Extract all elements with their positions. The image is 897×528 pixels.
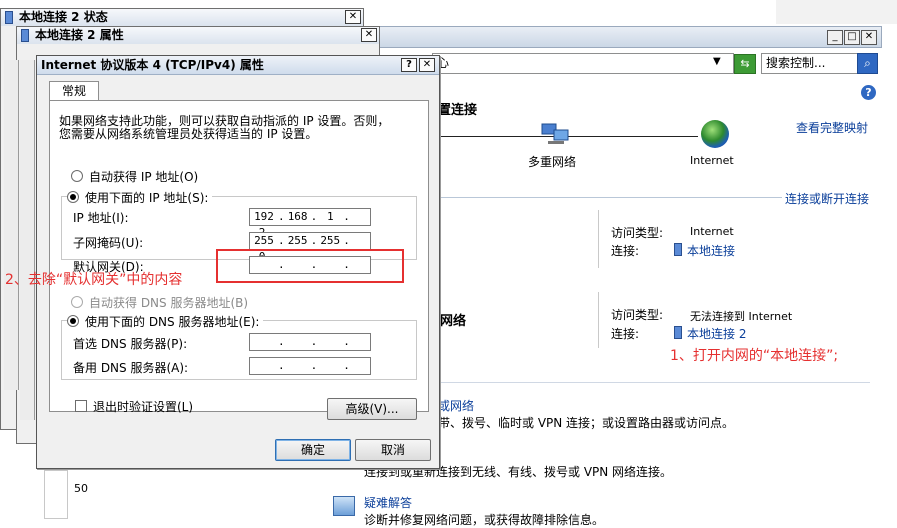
- intro-text-line2: 您需要从网络系统管理员处获得适当的 IP 设置。: [59, 127, 318, 141]
- network-2-access-value: 无法连接到 Internet: [690, 310, 793, 323]
- internet-globe-icon: [701, 120, 729, 148]
- auto-dns-label: 自动获得 DNS 服务器地址(B): [89, 296, 249, 310]
- network-1-connection-label: 连接:: [611, 244, 640, 258]
- task-setup-desc: 带、拨号、临时或 VPN 连接；或设置路由器或访问点。: [438, 416, 735, 430]
- status-dialog-title: 本地连接 2 状态: [19, 10, 108, 24]
- help-icon[interactable]: ?: [861, 85, 876, 100]
- network-1-access-label: 访问类型:: [611, 226, 664, 240]
- network-2-connection-link[interactable]: 本地连接 2: [674, 325, 746, 342]
- ip-octet: 192: [254, 210, 274, 223]
- network-1-separator: [598, 210, 599, 268]
- network-center-titlebar: [300, 26, 882, 48]
- manual-dns-label: 使用下面的 DNS 服务器地址(E):: [85, 315, 260, 329]
- preferred-dns-label: 首选 DNS 服务器(P):: [73, 337, 188, 351]
- preferred-dns-field[interactable]: ...: [249, 333, 371, 351]
- ok-button[interactable]: 确定: [275, 439, 351, 461]
- subnet-mask-label: 子网掩码(U):: [73, 236, 144, 250]
- troubleshoot-icon: [333, 496, 355, 516]
- ip-octet: 1: [326, 210, 334, 223]
- network-1-connection-link[interactable]: 本地连接: [674, 242, 735, 259]
- ip-octet: 168: [287, 210, 308, 223]
- refresh-icon[interactable]: ⇆: [734, 54, 756, 74]
- radio-icon: [71, 296, 83, 308]
- auto-dns-radio[interactable]: 自动获得 DNS 服务器地址(B): [71, 294, 248, 311]
- adapter-icon: [674, 326, 682, 339]
- task-setup-link[interactable]: 或网络: [438, 397, 474, 414]
- alternate-dns-label: 备用 DNS 服务器(A):: [73, 361, 189, 375]
- view-full-map-link[interactable]: 查看完整映射: [796, 119, 868, 136]
- connection-name: 本地连接 2: [687, 327, 747, 341]
- advanced-button[interactable]: 高级(V)...: [327, 398, 417, 420]
- network-2-connection-label: 连接:: [611, 327, 640, 341]
- step-2-annotation: 2、去除“默认网关”中的内容: [5, 272, 183, 288]
- step-1-annotation: 1、打开内网的“本地连接”;: [670, 348, 839, 364]
- minimize-button[interactable]: _: [827, 30, 843, 45]
- troubleshoot-desc: 诊断并修复网络问题，或获得故障排除信息。: [364, 513, 605, 527]
- cancel-button[interactable]: 取消: [355, 439, 431, 461]
- network-1-access-value: Internet: [690, 225, 734, 238]
- checkbox-icon: [75, 400, 87, 412]
- manual-ip-label: 使用下面的 IP 地址(S):: [85, 191, 209, 205]
- network-2-name: 网络: [440, 314, 467, 329]
- network-2-separator: [598, 292, 599, 348]
- auto-ip-label: 自动获得 IP 地址(O): [89, 170, 199, 184]
- manual-ip-radio[interactable]: 使用下面的 IP 地址(S):: [67, 189, 213, 206]
- mask-octet: 255: [254, 234, 274, 247]
- manual-dns-radio[interactable]: 使用下面的 DNS 服务器地址(E):: [67, 313, 264, 330]
- back-panel-fragment: [44, 470, 68, 519]
- mask-octet: 255: [320, 234, 341, 247]
- help-icon[interactable]: ?: [401, 58, 417, 72]
- network-2-access-label: 访问类型:: [611, 308, 664, 322]
- validate-label: 退出时验证设置(L): [93, 400, 194, 414]
- alternate-dns-field[interactable]: ...: [249, 357, 371, 375]
- mask-octet: 255: [287, 234, 308, 247]
- tcpip-dialog-titlebar: Internet 协议版本 4 (TCP/IPv4) 属性 ? ✕: [37, 56, 439, 75]
- validate-on-exit-checkbox[interactable]: 退出时验证设置(L): [75, 398, 193, 415]
- back-panel-edge: [20, 60, 35, 420]
- map-node-internet: Internet: [690, 154, 734, 167]
- back-panel-edge: [4, 60, 19, 390]
- ip-address-label: IP 地址(I):: [73, 211, 129, 225]
- task-divider: [438, 382, 870, 383]
- close-icon[interactable]: ✕: [361, 28, 377, 42]
- multiple-networks-icon: [540, 121, 570, 147]
- tcpip-dialog-title: Internet 协议版本 4 (TCP/IPv4) 属性: [41, 58, 264, 72]
- chevron-down-icon[interactable]: ▼: [713, 56, 721, 67]
- adapter-icon: [5, 11, 13, 24]
- gateway-highlight-box: [216, 249, 404, 283]
- radio-selected-icon: [67, 191, 79, 203]
- adapter-icon: [674, 243, 682, 256]
- adapter-icon: [21, 29, 29, 42]
- troubleshoot-link[interactable]: 疑难解答: [364, 494, 412, 511]
- status-dialog-titlebar: 本地连接 2 状态 ✕: [1, 9, 363, 26]
- address-bar[interactable]: 心: [432, 53, 734, 74]
- connect-disconnect-link[interactable]: 连接或断开连接: [785, 190, 869, 207]
- subnet-mask-field[interactable]: 255.255.255.0: [249, 232, 371, 263]
- radio-selected-icon: [67, 315, 79, 327]
- auto-ip-radio[interactable]: 自动获得 IP 地址(O): [71, 168, 198, 185]
- search-icon[interactable]: ⌕: [857, 53, 878, 74]
- maximize-button[interactable]: □: [844, 30, 860, 45]
- ip-address-field[interactable]: 192.168.1.2: [249, 208, 371, 239]
- back-panel-number: 50: [74, 482, 88, 495]
- connection-name: 本地连接: [687, 244, 736, 258]
- radio-icon: [71, 170, 83, 182]
- setup-header: 置连接: [438, 103, 478, 118]
- close-button[interactable]: ✕: [861, 30, 877, 45]
- properties-dialog-titlebar: 本地连接 2 属性 ✕: [17, 27, 379, 44]
- search-input[interactable]: 搜索控制...: [761, 53, 859, 74]
- window-controls: _ □ ✕: [826, 28, 877, 45]
- map-node-multiple-networks: 多重网络: [528, 155, 577, 169]
- tab-general[interactable]: 常规: [49, 81, 99, 101]
- close-icon[interactable]: ✕: [419, 58, 435, 72]
- section-divider: [438, 197, 782, 198]
- close-icon[interactable]: ✕: [345, 10, 361, 24]
- properties-dialog-title: 本地连接 2 属性: [35, 28, 124, 42]
- right-gray-strip: [776, 0, 897, 24]
